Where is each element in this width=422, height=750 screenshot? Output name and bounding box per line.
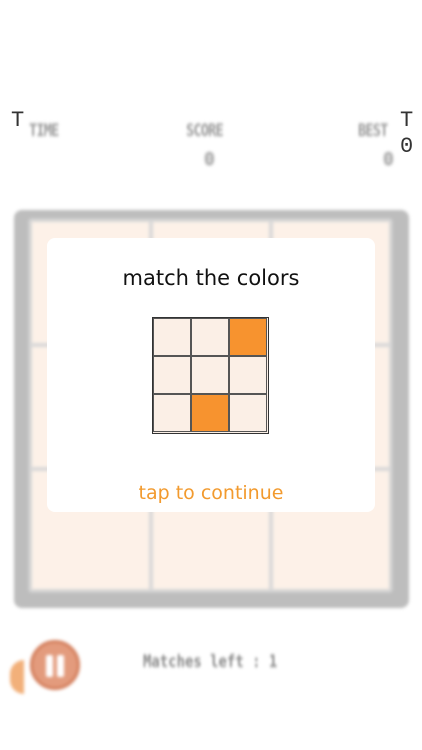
pause-button[interactable] [30,640,80,690]
matches-left: Matches left : 1 [143,652,278,672]
example-grid [152,317,269,434]
instruction-title: match the colors [122,266,300,290]
right-edge-letter-bottom: 0 [400,134,414,159]
left-edge-letter: T [11,108,25,133]
right-edge-letter-top: T [400,108,414,133]
example-cell-highlighted [191,394,229,432]
time-label: TIME [29,121,59,141]
example-cell [229,394,267,432]
score-value: 0 [204,149,215,170]
example-cell [191,318,229,356]
example-cell [229,356,267,394]
left-edge-arc [10,660,24,694]
example-cell-highlighted [229,318,267,356]
best-value: 0 [383,149,394,170]
instruction-card[interactable]: match the colors tap to continue [47,238,375,512]
score-label: SCORE [186,121,224,141]
example-cell [153,394,191,432]
best-label: BEST [358,121,388,141]
example-cell [191,356,229,394]
tap-to-continue[interactable]: tap to continue [47,482,375,504]
example-cell [153,356,191,394]
example-cell [153,318,191,356]
